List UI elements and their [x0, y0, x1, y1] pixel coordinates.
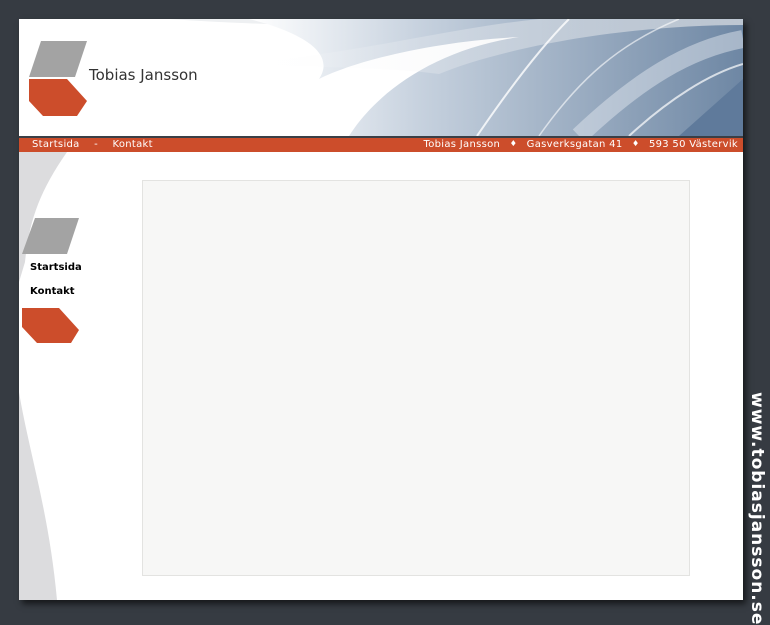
- main-content-panel: [142, 180, 690, 576]
- side-menu-item-kontakt[interactable]: Kontakt: [30, 286, 75, 297]
- page-container: Tobias Jansson Startsida - Kontakt Tobia…: [19, 19, 743, 600]
- bullet-icon: ♦: [631, 139, 640, 148]
- bullet-icon: ♦: [509, 139, 518, 148]
- site-logo-icon: [29, 41, 87, 116]
- site-url-label: www.tobiasjansson.se: [743, 392, 770, 625]
- side-logo-gray-icon: [22, 218, 79, 254]
- logo-gray-shape-icon: [29, 41, 87, 77]
- top-nav-link-startsida[interactable]: Startsida: [32, 139, 80, 150]
- header-banner: Tobias Jansson: [19, 19, 743, 136]
- address-name: Tobias Jansson: [423, 139, 501, 150]
- top-nav-link-kontakt[interactable]: Kontakt: [112, 139, 152, 150]
- site-title: Tobias Jansson: [89, 66, 198, 84]
- contact-address: Tobias Jansson ♦ Gasverksgatan 41 ♦ 593 …: [424, 139, 738, 150]
- top-nav-links: Startsida - Kontakt: [32, 139, 153, 150]
- logo-orange-shape-icon: [29, 79, 87, 116]
- side-logo-orange-icon: [22, 308, 79, 343]
- address-street: Gasverksgatan 41: [526, 139, 623, 150]
- top-nav-bar: Startsida - Kontakt Tobias Jansson ♦ Gas…: [19, 136, 743, 152]
- nav-separator: -: [94, 139, 98, 150]
- side-menu-item-startsida[interactable]: Startsida: [30, 262, 82, 273]
- address-postal: 593 50 Västervik: [648, 139, 738, 150]
- site-url-text: www.tobiasjansson.se: [747, 392, 767, 625]
